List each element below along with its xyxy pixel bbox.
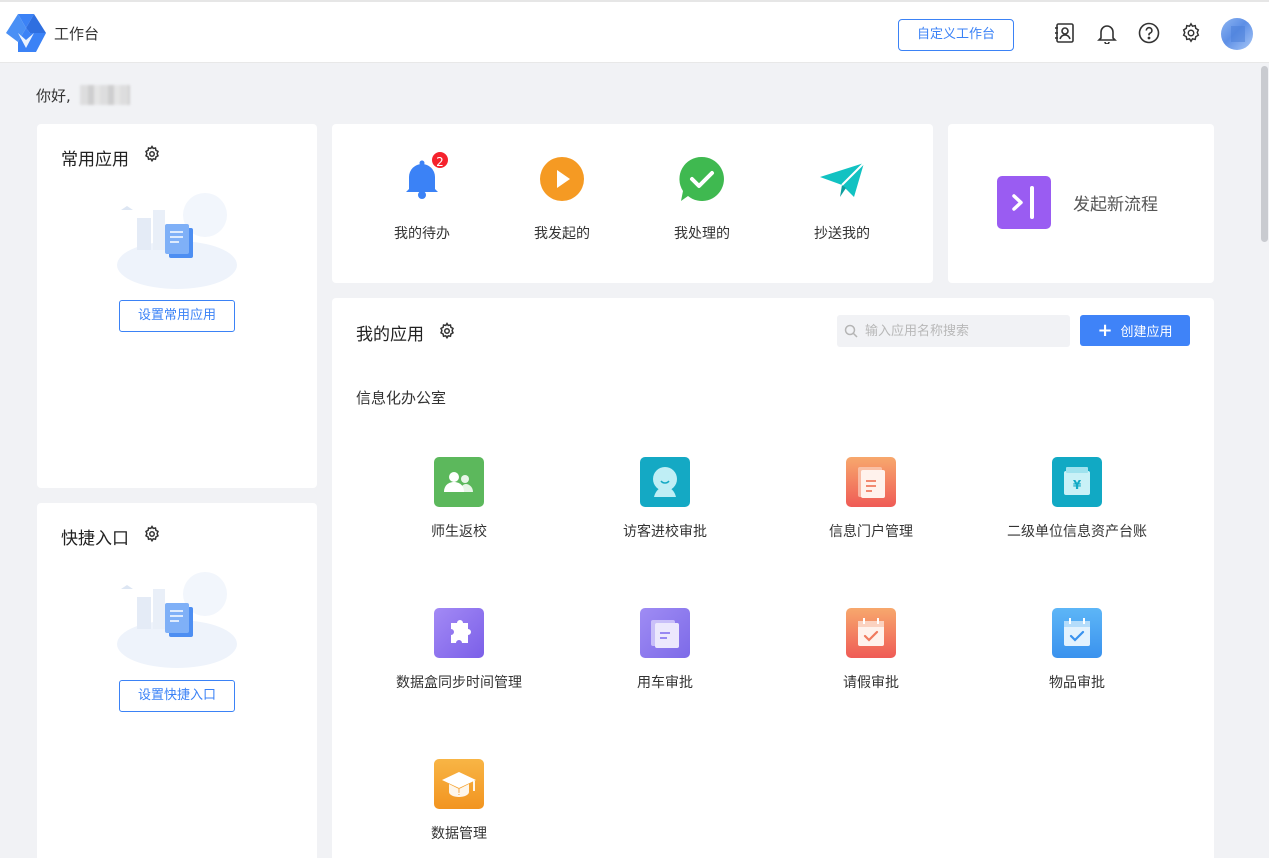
common-apps-title: 常用应用 <box>61 150 129 170</box>
settings-gear-icon[interactable] <box>1178 20 1204 46</box>
app-item-return-to-school[interactable]: 师生返校 <box>359 457 559 541</box>
visitor-icon <box>640 457 690 507</box>
app-title: 工作台 <box>54 25 100 43</box>
quick-action-handled[interactable]: 我处理的 <box>654 155 750 243</box>
contacts-icon[interactable] <box>1052 20 1078 46</box>
app-item-leave-approval[interactable]: 请假审批 <box>771 608 971 692</box>
app-label: 二级单位信息资产台账 <box>1007 524 1147 540</box>
play-icon <box>538 155 586 203</box>
logo-icon <box>6 14 46 52</box>
app-item-data-management[interactable]: ! 数据管理 <box>359 759 559 843</box>
quick-action-label: 抄送我的 <box>814 226 870 242</box>
top-bar: 工作台 自定义工作台 <box>0 0 1269 63</box>
bell-icon: 2 <box>398 150 450 203</box>
car-doc-icon <box>640 608 690 658</box>
search-icon <box>844 324 858 338</box>
ledger-icon: ¥ <box>1052 457 1102 507</box>
new-flow-icon <box>997 176 1051 229</box>
setup-shortcuts-button[interactable]: 设置快捷入口 <box>119 680 235 712</box>
my-apps-settings-icon[interactable] <box>438 322 456 340</box>
app-label: 数据盒同步时间管理 <box>396 675 522 691</box>
app-label: 数据管理 <box>431 826 487 842</box>
app-item-visitor-approval[interactable]: 访客进校审批 <box>565 457 765 541</box>
app-label: 物品审批 <box>1049 675 1105 691</box>
app-search-input[interactable] <box>865 315 1065 347</box>
app-label: 信息门户管理 <box>829 524 913 540</box>
quick-action-my-todo[interactable]: 2 我的待办 <box>374 150 470 243</box>
create-app-label: 创建应用 <box>1120 325 1173 340</box>
todo-count-badge: 2 <box>430 150 450 170</box>
quick-action-initiated[interactable]: 我发起的 <box>514 155 610 243</box>
calendar-check-icon <box>1052 608 1102 658</box>
notification-bell-icon[interactable] <box>1094 20 1120 46</box>
shortcuts-card: 快捷入口 设置快捷入口 <box>37 503 317 858</box>
app-label: 请假审批 <box>843 675 899 691</box>
app-item-asset-ledger[interactable]: ¥ 二级单位信息资产台账 <box>977 457 1177 541</box>
empty-state-illustration <box>117 572 237 668</box>
portal-icon <box>846 457 896 507</box>
puzzle-icon <box>434 608 484 658</box>
app-label: 访客进校审批 <box>623 524 707 540</box>
app-label: 师生返校 <box>431 524 487 540</box>
check-icon <box>678 155 726 203</box>
new-flow-label[interactable]: 发起新流程 <box>1073 190 1158 215</box>
people-icon <box>434 457 484 507</box>
app-group-title: 信息化办公室 <box>356 389 447 407</box>
setup-common-apps-button[interactable]: 设置常用应用 <box>119 300 235 332</box>
customize-workbench-button[interactable]: 自定义工作台 <box>898 19 1014 51</box>
quick-action-cc[interactable]: 抄送我的 <box>794 155 890 243</box>
app-label: 用车审批 <box>637 675 693 691</box>
svg-text:!: ! <box>457 788 460 797</box>
svg-text:¥: ¥ <box>1073 478 1082 492</box>
shortcuts-settings-icon[interactable] <box>143 525 161 543</box>
calendar-icon <box>846 608 896 658</box>
scrollbar-thumb[interactable] <box>1261 66 1268 242</box>
send-icon <box>818 155 866 203</box>
app-item-vehicle-approval[interactable]: 用车审批 <box>565 608 765 692</box>
graduation-cap-icon: ! <box>434 759 484 809</box>
my-apps-title: 我的应用 <box>356 325 424 345</box>
app-search-box[interactable] <box>837 315 1070 347</box>
empty-state-illustration <box>117 193 237 289</box>
quick-action-label: 我的待办 <box>394 226 450 242</box>
app-item-portal-management[interactable]: 信息门户管理 <box>771 457 971 541</box>
app-item-goods-approval[interactable]: 物品审批 <box>977 608 1177 692</box>
user-avatar[interactable] <box>1221 18 1253 50</box>
quick-action-label: 我处理的 <box>674 226 730 242</box>
greeting-text: 你好, <box>36 87 71 105</box>
blurred-user-name <box>80 85 130 105</box>
common-apps-settings-icon[interactable] <box>143 145 161 163</box>
common-apps-card: 常用应用 设置常用应用 <box>37 124 317 488</box>
app-item-data-box-sync[interactable]: 数据盒同步时间管理 <box>359 608 559 692</box>
help-icon[interactable] <box>1136 20 1162 46</box>
quick-action-label: 我发起的 <box>534 226 590 242</box>
shortcuts-title: 快捷入口 <box>61 529 129 549</box>
plus-icon: + <box>1097 319 1113 341</box>
create-app-button[interactable]: + 创建应用 <box>1080 315 1190 346</box>
